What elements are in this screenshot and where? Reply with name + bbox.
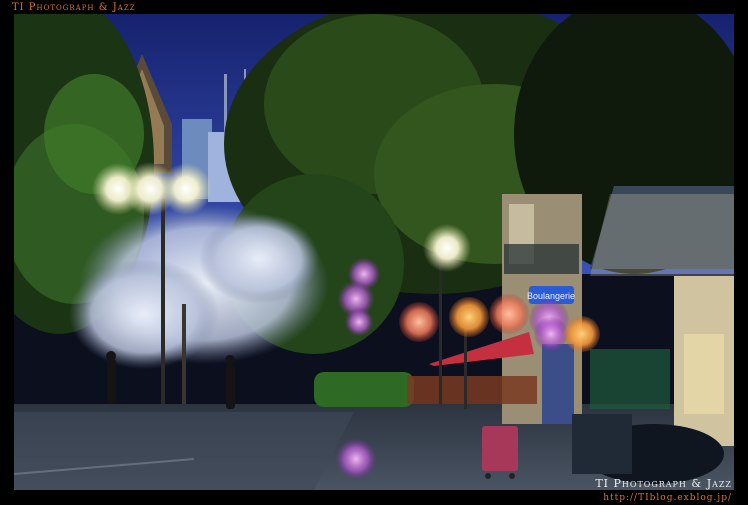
- bottom-caption: TI Photograph & Jazz: [595, 477, 732, 490]
- night-park-photo: Boulangerie: [14, 14, 734, 490]
- shelter: [590, 186, 734, 446]
- blog-url[interactable]: http://TIblog.exblog.jp/: [603, 493, 732, 503]
- hedge: [314, 372, 414, 407]
- top-caption: TI Photograph & Jazz: [12, 2, 136, 13]
- trash-bin: [572, 414, 632, 474]
- photo-frame: TI Photograph & Jazz Boulangerie TI Phot…: [0, 0, 748, 505]
- vending-machine: [542, 344, 574, 424]
- night-park-scene: Boulangerie: [14, 14, 734, 490]
